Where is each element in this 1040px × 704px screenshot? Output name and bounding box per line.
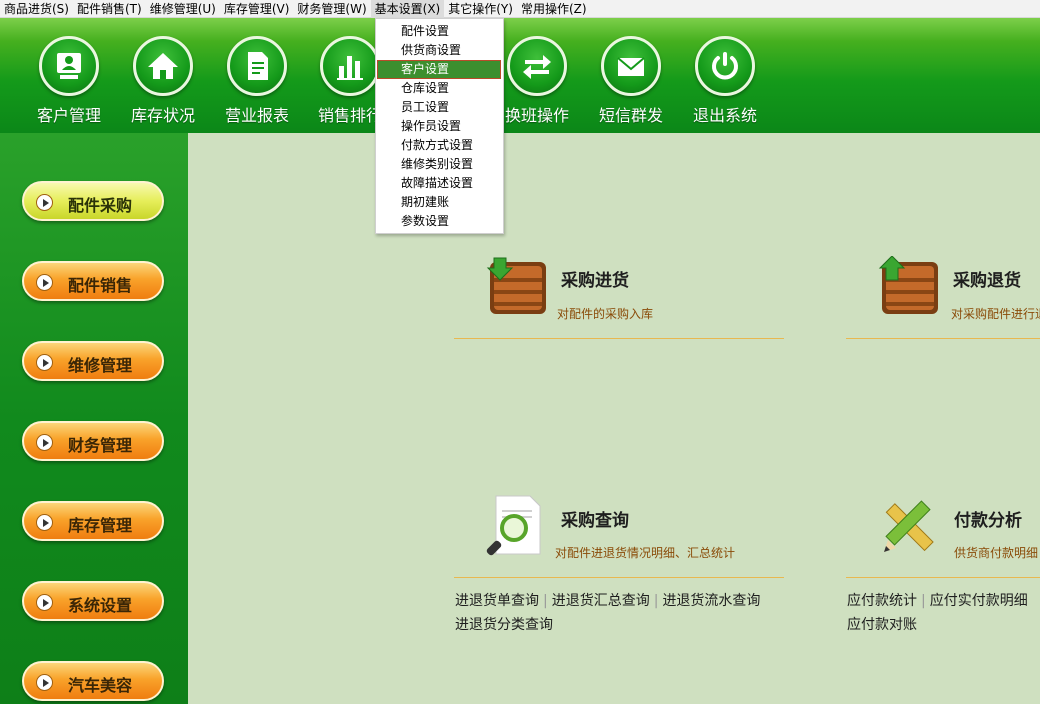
menu-item-inventory[interactable]: 库存管理(V)	[220, 0, 294, 18]
customer-icon	[39, 36, 99, 96]
menu-bar: 商品进货(S) 配件销售(T) 维修管理(U) 库存管理(V) 财务管理(W) …	[0, 0, 1040, 18]
menu-item-sales[interactable]: 配件销售(T)	[73, 0, 146, 18]
card-title: 采购进货	[561, 271, 629, 291]
sidebar-item-car-beauty[interactable]: 汽车美容	[22, 661, 164, 701]
card-description: 对配件的采购入库	[557, 307, 654, 321]
play-icon	[36, 194, 53, 211]
sidebar-item-label: 维修管理	[68, 356, 133, 375]
sidebar-item-label: 汽车美容	[68, 676, 133, 695]
divider	[846, 577, 1040, 578]
play-icon	[36, 274, 53, 291]
dropdown-item-fault-description-settings[interactable]: 故障描述设置	[376, 174, 503, 193]
toolbar-label: 退出系统	[692, 106, 757, 125]
dropdown-item-opening-accounts[interactable]: 期初建账	[376, 193, 503, 212]
menu-item-finance[interactable]: 财务管理(W)	[293, 0, 370, 18]
toolbar-label: 库存状况	[130, 106, 195, 125]
link-row: 应付款对账	[847, 614, 917, 634]
sidebar-item-label: 配件采购	[68, 196, 133, 215]
link-row: 进退货分类查询	[455, 614, 553, 634]
dropdown-item-parameter-settings[interactable]: 参数设置	[376, 212, 503, 231]
menu-item-purchase[interactable]: 商品进货(S)	[0, 0, 73, 18]
sidebar-item-finance[interactable]: 财务管理	[22, 421, 164, 461]
report-icon	[227, 36, 287, 96]
card-description: 供货商付款明细	[954, 546, 1039, 560]
sidebar-item-label: 库存管理	[68, 516, 133, 535]
divider	[454, 577, 784, 578]
card-description: 对配件进退货情况明细、汇总统计	[555, 546, 736, 560]
sidebar-item-inventory[interactable]: 库存管理	[22, 501, 164, 541]
link-payable-reconcile[interactable]: 应付款对账	[847, 617, 917, 633]
sidebar-item-parts-purchase[interactable]: 配件采购	[22, 181, 164, 221]
link-row: 进退货单查询 | 进退货汇总查询 | 进退货流水查询	[455, 590, 760, 610]
sidebar: 配件采购 配件销售 维修管理 财务管理 库存管理 系统设置 汽车美容	[0, 133, 188, 704]
link-summary-query[interactable]: 进退货汇总查询	[552, 593, 650, 609]
menu-item-common[interactable]: 常用操作(Z)	[517, 0, 591, 18]
dropdown-item-warehouse-settings[interactable]: 仓库设置	[376, 79, 503, 98]
separator: |	[653, 593, 659, 609]
link-flow-query[interactable]: 进退货流水查询	[662, 593, 760, 609]
toolbar-customer-button[interactable]: 客户管理	[22, 18, 116, 133]
toolbar-report-button[interactable]: 营业报表	[210, 18, 304, 133]
separator: |	[921, 593, 926, 609]
power-icon	[695, 36, 755, 96]
dropdown-item-customer-settings[interactable]: 客户设置	[377, 60, 501, 79]
toolbar-label: 换班操作	[504, 106, 569, 125]
sidebar-item-label: 系统设置	[68, 596, 133, 615]
link-row: 应付款统计 | 应付实付款明细	[847, 590, 1040, 610]
sidebar-item-parts-sales[interactable]: 配件销售	[22, 261, 164, 301]
toolbar-label: 短信群发	[598, 106, 663, 125]
dropdown-item-payment-method-settings[interactable]: 付款方式设置	[376, 136, 503, 155]
toolbar: 客户管理 库存状况 营业报表 销售排行 换班操作 短信群发 退出系统	[0, 18, 1040, 133]
crate-down-icon	[486, 256, 548, 318]
toolbar-inventory-button[interactable]: 库存状况	[116, 18, 210, 133]
sidebar-item-system-settings[interactable]: 系统设置	[22, 581, 164, 621]
toolbar-label: 营业报表	[224, 106, 289, 125]
divider	[454, 338, 784, 339]
magnifier-document-icon	[486, 494, 548, 556]
menu-item-repair[interactable]: 维修管理(U)	[146, 0, 220, 18]
separator: |	[543, 593, 548, 609]
play-icon	[36, 674, 53, 691]
link-order-query[interactable]: 进退货单查询	[455, 593, 539, 609]
dropdown-item-employee-settings[interactable]: 员工设置	[376, 98, 503, 117]
swap-arrows-icon	[507, 36, 567, 96]
dropdown-item-repair-category-settings[interactable]: 维修类别设置	[376, 155, 503, 174]
toolbar-shift-button[interactable]: 换班操作	[490, 18, 584, 133]
sidebar-item-label: 财务管理	[68, 436, 133, 455]
divider	[846, 338, 1040, 339]
dropdown-item-operator-settings[interactable]: 操作员设置	[376, 117, 503, 136]
card-title: 付款分析	[954, 511, 1022, 531]
card-title: 采购查询	[561, 511, 629, 531]
link-payable-detail[interactable]: 应付实付款明细	[930, 593, 1028, 609]
toolbar-label: 客户管理	[36, 106, 101, 125]
menu-item-other[interactable]: 其它操作(Y)	[444, 0, 517, 18]
link-payable-stats[interactable]: 应付款统计	[847, 593, 917, 609]
envelope-icon	[601, 36, 661, 96]
play-icon	[36, 594, 53, 611]
card-title: 采购退货	[953, 271, 1021, 291]
bar-chart-icon	[320, 36, 380, 96]
play-icon	[36, 354, 53, 371]
dropdown-item-parts-settings[interactable]: 配件设置	[376, 22, 503, 41]
sidebar-item-repair[interactable]: 维修管理	[22, 341, 164, 381]
crate-up-icon	[878, 255, 940, 318]
play-icon	[36, 434, 53, 451]
home-icon	[133, 36, 193, 96]
basic-settings-dropdown: 配件设置 供货商设置 客户设置 仓库设置 员工设置 操作员设置 付款方式设置 维…	[375, 18, 504, 234]
card-description: 对采购配件进行退	[951, 307, 1040, 321]
sidebar-item-label: 配件销售	[68, 276, 133, 295]
pencil-ruler-icon	[878, 494, 940, 556]
play-icon	[36, 514, 53, 531]
toolbar-exit-button[interactable]: 退出系统	[678, 18, 772, 133]
dropdown-item-supplier-settings[interactable]: 供货商设置	[376, 41, 503, 60]
link-category-query[interactable]: 进退货分类查询	[455, 617, 553, 633]
toolbar-sms-button[interactable]: 短信群发	[584, 18, 678, 133]
menu-item-basic-settings[interactable]: 基本设置(X)	[370, 0, 445, 18]
